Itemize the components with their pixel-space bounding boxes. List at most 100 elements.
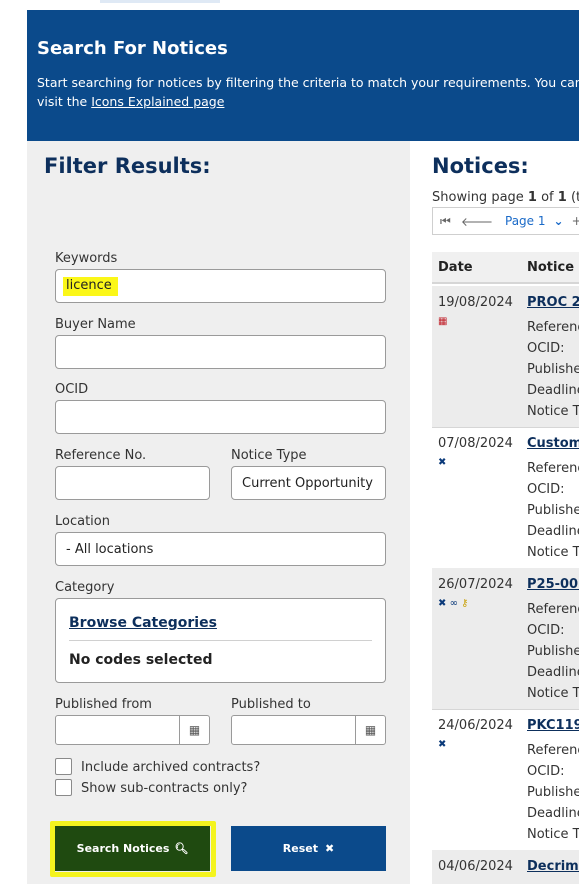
buyer-name-label: Buyer Name	[55, 317, 136, 332]
reset-button-label: Reset	[282, 842, 318, 855]
location-select[interactable]: - All locations	[55, 532, 386, 566]
notice-type-select[interactable]: Current Opportunity	[231, 466, 386, 500]
pagination: ⏮ 🡐 Page 1 ⌄ +	[432, 207, 579, 235]
notices-heading: Notices:	[432, 154, 529, 178]
notice-title-link[interactable]: P25-003	[527, 577, 579, 592]
banner-description: Start searching for notices by filtering…	[37, 73, 579, 111]
showing-prefix: Showing page	[432, 190, 528, 205]
page-current: 1	[527, 190, 537, 205]
details-column-header: Notice D	[527, 260, 579, 275]
published-from-label: Published from	[55, 697, 152, 712]
search-banner: Search For Notices Start searching for n…	[27, 10, 579, 141]
table-row: 24/06/2024 ✖ PKC119 Referenc OCID: Publish…	[432, 709, 579, 850]
browse-categories-link[interactable]: Browse Categories	[69, 615, 217, 631]
banner-desc-line2: visit the	[37, 94, 92, 109]
banner-desc-line1: Start searching for notices by filtering…	[37, 75, 579, 90]
notice-type-label: Notice Type	[231, 448, 307, 463]
showing-mid: of	[536, 190, 558, 205]
top-strip	[0, 0, 579, 10]
meta-published: Publishe	[527, 785, 579, 800]
table-row: 19/08/2024 ▦ PROC 24 Referenc OCID: Publis…	[432, 286, 579, 427]
notice-title-link[interactable]: Custome	[527, 436, 579, 451]
meta-published: Publishe	[527, 644, 579, 659]
table-row: 07/08/2024 ✖ Custome Referenc OCID: Publis…	[432, 427, 579, 568]
reset-button[interactable]: Reset ✖	[231, 826, 386, 871]
key-icon: ⚷	[461, 598, 469, 609]
meta-published: Publishe	[527, 362, 579, 377]
scotland-flag-icon: ✖	[438, 598, 447, 609]
no-codes-text: No codes selected	[69, 652, 213, 668]
category-label: Category	[55, 580, 115, 595]
notice-title-link[interactable]: Decrimi	[527, 859, 579, 874]
page-total: 1	[557, 190, 567, 205]
published-from-input[interactable]: ▦	[55, 715, 210, 745]
ocid-label: OCID	[55, 382, 89, 397]
keywords-input[interactable]: licence	[55, 269, 386, 303]
highlight-ring	[50, 821, 216, 877]
subcontracts-checkbox[interactable]	[55, 779, 72, 796]
category-box: Browse Categories No codes selected	[55, 598, 386, 683]
notice-date: 26/07/2024	[438, 577, 513, 592]
tab-underline	[100, 0, 220, 3]
meta-ocid: OCID:	[527, 482, 565, 497]
buyer-name-input[interactable]	[55, 335, 386, 369]
first-page-icon[interactable]: ⏮	[440, 214, 451, 229]
published-to-label: Published to	[231, 697, 311, 712]
notice-date: 04/06/2024	[438, 859, 513, 874]
table-row: 04/06/2024 Decrimi	[432, 850, 579, 884]
meta-ocid: OCID:	[527, 623, 565, 638]
meta-type: Notice T	[527, 827, 579, 842]
paperclip-icon: ∞	[449, 598, 458, 609]
icons-explained-link[interactable]: Icons Explained page	[91, 94, 224, 109]
page-select[interactable]: Page 1	[505, 214, 546, 228]
notice-title-link[interactable]: PROC 24	[527, 295, 579, 310]
next-page-icon[interactable]: +	[572, 214, 579, 228]
keywords-label: Keywords	[55, 251, 118, 266]
meta-ocid: OCID:	[527, 764, 565, 779]
archived-checkbox[interactable]	[55, 758, 72, 775]
notice-meta: Referenc OCID: Publishe Deadline Notice T	[527, 317, 579, 422]
close-icon: ✖	[324, 842, 335, 855]
chevron-down-icon[interactable]: ⌄	[554, 214, 564, 228]
meta-reference: Referenc	[527, 320, 579, 335]
ocid-input[interactable]	[55, 400, 386, 434]
published-to-input[interactable]: ▦	[231, 715, 386, 745]
meta-reference: Referenc	[527, 461, 579, 476]
filter-results-heading: Filter Results:	[44, 154, 211, 178]
subcontracts-label: Show sub-contracts only?	[81, 781, 248, 796]
showing-page-text: Showing page 1 of 1 (to	[432, 190, 579, 205]
meta-deadline: Deadline	[527, 383, 579, 398]
meta-ocid: OCID:	[527, 341, 565, 356]
prev-page-icon[interactable]: 🡐	[461, 214, 493, 229]
table-row: 26/07/2024 ✖ ∞ ⚷ P25-003 Referenc OCID: Pu…	[432, 568, 579, 709]
notice-date: 24/06/2024	[438, 718, 513, 733]
calendar-icon[interactable]: ▦	[179, 716, 209, 744]
showing-suffix: (to	[570, 190, 579, 205]
meta-published: Publishe	[527, 503, 579, 518]
meta-type: Notice T	[527, 686, 579, 701]
notice-meta: Referenc OCID: Publishe Deadline Notice T	[527, 458, 579, 563]
notice-icons: ✖ ∞ ⚷	[438, 598, 468, 609]
notice-title-link[interactable]: PKC119	[527, 718, 579, 733]
notice-date: 07/08/2024	[438, 436, 513, 451]
reference-input[interactable]	[55, 466, 210, 500]
meta-type: Notice T	[527, 545, 579, 560]
meta-reference: Referenc	[527, 602, 579, 617]
meta-deadline: Deadline	[527, 665, 579, 680]
notice-meta: Referenc OCID: Publishe Deadline Notice T	[527, 740, 579, 845]
archived-label: Include archived contracts?	[81, 760, 261, 775]
notices-table-header: Date Notice D	[432, 252, 579, 284]
location-label: Location	[55, 514, 110, 529]
scotland-flag-icon: ✖	[438, 739, 447, 750]
uk-flag-icon: ▦	[438, 316, 448, 327]
meta-deadline: Deadline	[527, 806, 579, 821]
scotland-flag-icon: ✖	[438, 457, 447, 468]
page-title: Search For Notices	[37, 38, 228, 59]
notice-meta: Referenc OCID: Publishe Deadline Notice T	[527, 599, 579, 704]
reference-label: Reference No.	[55, 448, 147, 463]
meta-type: Notice T	[527, 404, 579, 419]
calendar-icon[interactable]: ▦	[355, 716, 385, 744]
keywords-value: licence	[63, 276, 118, 296]
meta-deadline: Deadline	[527, 524, 579, 539]
date-column-header: Date	[438, 260, 473, 275]
